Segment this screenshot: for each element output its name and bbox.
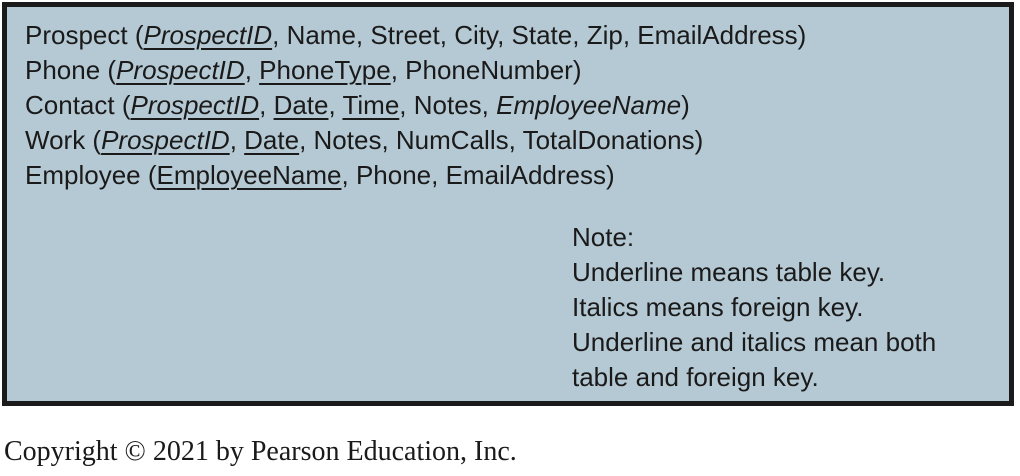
attribute: Phone xyxy=(355,160,432,190)
attribute: TotalDonations xyxy=(522,125,695,155)
attribute: City xyxy=(454,20,498,50)
note-line-both-2: table and foreign key. xyxy=(572,362,819,392)
key-attribute: Date xyxy=(244,125,300,155)
relation-list: Prospect (ProspectID, Name, Street, City… xyxy=(25,18,806,193)
page: Prospect (ProspectID, Name, Street, City… xyxy=(0,0,1020,476)
relational-schema-box: Prospect (ProspectID, Name, Street, City… xyxy=(2,2,1014,406)
key-attribute: PhoneType xyxy=(259,55,391,85)
key-attribute: Time xyxy=(342,90,400,120)
relation-employee: Employee (EmployeeName, Phone, EmailAddr… xyxy=(25,160,615,190)
key-foreign-attribute: ProspectID xyxy=(101,125,230,155)
attribute: PhoneNumber xyxy=(405,55,573,85)
attribute: NumCalls xyxy=(395,125,509,155)
key-attribute: Date xyxy=(273,90,329,120)
attribute: State xyxy=(511,20,573,50)
attribute: EmailAddress xyxy=(445,160,606,190)
relation-contact: Contact (ProspectID, Date, Time, Notes, … xyxy=(25,90,690,120)
key-foreign-attribute: ProspectID xyxy=(116,55,245,85)
table-name: Employee xyxy=(25,160,141,190)
note-line-foreign-key: Italics means foreign key. xyxy=(572,292,864,322)
attribute: Notes xyxy=(313,125,382,155)
key-foreign-attribute: ProspectID xyxy=(130,90,260,120)
relation-phone: Phone (ProspectID, PhoneType, PhoneNumbe… xyxy=(25,55,582,85)
attribute: Zip xyxy=(586,20,623,50)
copyright-notice: Copyright © 2021 by Pearson Education, I… xyxy=(4,436,517,467)
legend-note: Note: Underline means table key. Italics… xyxy=(572,220,936,395)
table-name: Work xyxy=(25,125,86,155)
key-attribute: EmployeeName xyxy=(156,160,342,190)
attribute: Name xyxy=(286,20,356,50)
attribute: EmailAddress xyxy=(637,20,798,50)
foreign-key-attribute: EmployeeName xyxy=(496,90,682,120)
note-line-table-key: Underline means table key. xyxy=(572,257,886,287)
relation-work: Work (ProspectID, Date, Notes, NumCalls,… xyxy=(25,125,704,155)
note-line-both-1: Underline and italics mean both xyxy=(572,327,937,357)
relation-prospect: Prospect (ProspectID, Name, Street, City… xyxy=(25,20,807,50)
attribute: Notes xyxy=(413,90,482,120)
note-heading: Note: xyxy=(572,222,635,252)
key-foreign-attribute: ProspectID xyxy=(143,20,273,50)
table-name: Phone xyxy=(25,55,101,85)
table-name: Contact xyxy=(25,90,115,120)
table-name: Prospect xyxy=(25,20,128,50)
attribute: Street xyxy=(370,20,440,50)
